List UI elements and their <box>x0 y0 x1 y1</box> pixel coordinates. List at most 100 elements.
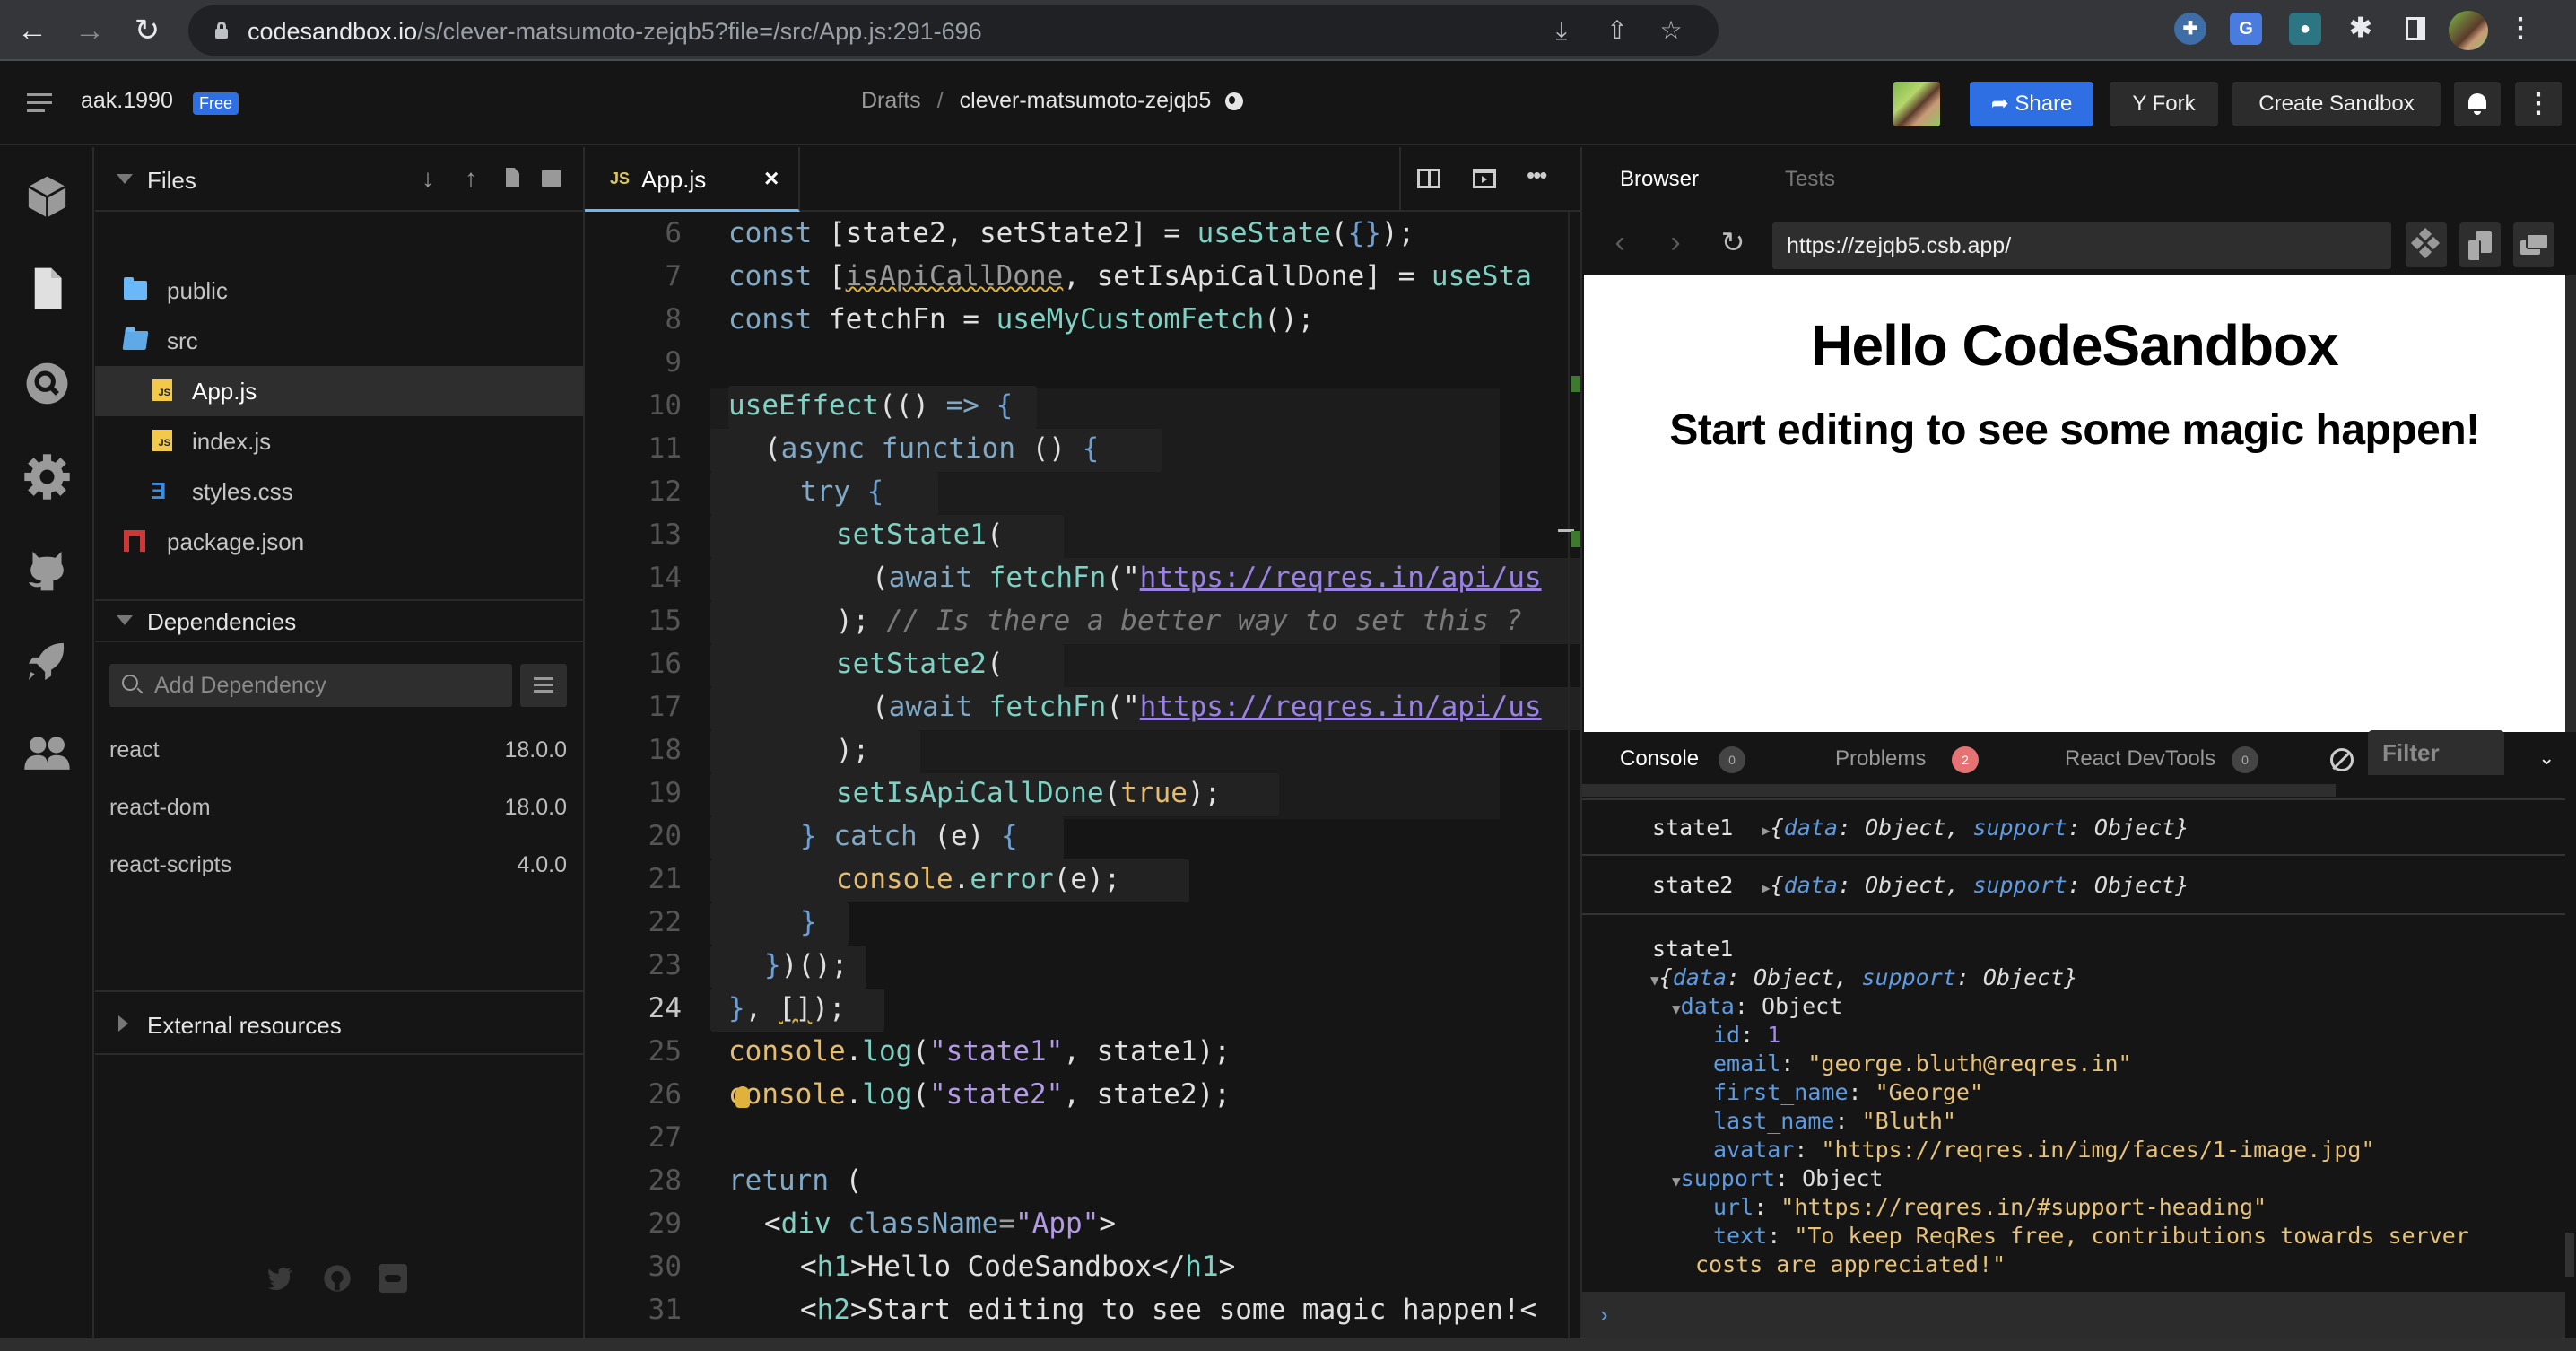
chevron-left-icon[interactable]: ‹ <box>1604 226 1636 258</box>
refresh-icon[interactable]: ↻ <box>1717 226 1749 258</box>
dependency-item[interactable]: react 18.0.0 <box>109 737 567 773</box>
reload-icon[interactable]: ↻ <box>129 13 165 48</box>
console-input[interactable]: › <box>1582 1292 2565 1338</box>
new-file-icon[interactable] <box>499 165 526 192</box>
google-translate-icon[interactable]: G <box>2230 13 2262 45</box>
user-avatar[interactable] <box>1893 82 1940 126</box>
console-filter-input[interactable] <box>2368 730 2504 775</box>
file-tree-item-styles-css[interactable]: Ǝ styles.css <box>95 466 583 517</box>
side-panel-icon[interactable] <box>2398 13 2431 45</box>
file-tree-item-app-js[interactable]: JS App.js <box>95 366 583 416</box>
console-log-entry-expanded[interactable]: state1 ▼{data: Object, support: Object} … <box>1582 919 2565 1290</box>
chevron-down-icon[interactable]: ⌄ <box>2538 746 2554 770</box>
create-sandbox-button[interactable]: Create Sandbox <box>2232 82 2441 126</box>
dependency-version[interactable]: 18.0.0 <box>504 795 567 821</box>
discord-icon[interactable] <box>379 1264 407 1293</box>
twitter-icon[interactable] <box>265 1264 294 1293</box>
duplicate-icon[interactable] <box>2513 222 2554 267</box>
rocket-icon[interactable] <box>22 637 72 686</box>
download-icon[interactable]: ↓ <box>414 165 441 192</box>
tree-node-data[interactable]: ▼data: Object <box>1672 992 1842 1024</box>
github-icon[interactable] <box>22 545 72 595</box>
collapse-triangle-icon <box>117 615 133 625</box>
users-icon[interactable] <box>22 728 72 778</box>
file-tree-item-src[interactable]: src <box>95 316 583 366</box>
external-resources-header[interactable]: External resources <box>95 990 585 1055</box>
dependency-item[interactable]: react-dom 18.0.0 <box>109 795 567 831</box>
code-line: 29 <div className="App"> <box>585 1202 1580 1245</box>
split-view-icon[interactable] <box>1417 167 1442 192</box>
file-name: public <box>167 277 228 304</box>
file-tree-item-public[interactable]: public <box>95 266 583 316</box>
bell-icon[interactable] <box>2454 82 2501 126</box>
tab-problems[interactable]: Problems <box>1835 746 1926 771</box>
preview-icon[interactable] <box>1473 167 1498 192</box>
close-tab-icon[interactable]: × <box>764 164 779 193</box>
share-icon[interactable]: ⇧ <box>1602 16 1632 45</box>
tab-browser[interactable]: Browser <box>1620 167 1699 192</box>
dependency-menu-button[interactable] <box>520 664 567 707</box>
tab-react-devtools[interactable]: React DevTools <box>2065 746 2215 771</box>
files-section-header[interactable]: Files ↓ ↑ <box>95 147 585 212</box>
add-dependency-input[interactable] <box>154 671 495 700</box>
file-icon[interactable] <box>22 264 72 313</box>
clear-console-icon[interactable] <box>2330 748 2354 771</box>
gear-icon[interactable] <box>22 452 72 501</box>
hamburger-menu-icon[interactable] <box>27 93 54 113</box>
log-object-summary[interactable]: ▼{data: Object, support: Object} <box>1650 963 2077 995</box>
dependencies-section-header[interactable]: Dependencies <box>95 601 585 642</box>
more-icon[interactable]: ••• <box>1527 163 1552 192</box>
dependency-version[interactable]: 18.0.0 <box>504 737 567 763</box>
dependency-version[interactable]: 4.0.0 <box>517 852 567 878</box>
globe-icon[interactable] <box>1225 92 1244 111</box>
fork-button[interactable]: Y Fork <box>2110 82 2218 126</box>
add-dependency-search[interactable] <box>109 664 512 707</box>
console-log-entry[interactable]: state1 ▶{data: Object, support: Object} <box>1582 798 2565 856</box>
address-bar-url[interactable]: codesandbox.io/s/clever-matsumoto-zejqb5… <box>248 18 982 46</box>
share-button[interactable]: ➦ Share <box>1970 82 2093 126</box>
arrow-left-icon[interactable]: ← <box>14 13 50 48</box>
tab-tests[interactable]: Tests <box>1785 167 1835 192</box>
breadcrumb-drafts[interactable]: Drafts <box>861 88 921 113</box>
console-horizontal-scrollbar[interactable] <box>1582 784 2336 797</box>
extension-teal-icon[interactable]: ● <box>2289 13 2321 45</box>
code-line: 24}, []); <box>585 987 1580 1030</box>
box-icon[interactable] <box>22 172 72 222</box>
puzzle-extensions-icon[interactable]: ✱ <box>2345 13 2377 45</box>
preview-url-input[interactable] <box>1772 222 2391 269</box>
file-tree-item-package-json[interactable]: package.json <box>95 517 583 567</box>
dependency-item[interactable]: react-scripts 4.0.0 <box>109 852 567 888</box>
address-bar[interactable]: codesandbox.io/s/clever-matsumoto-zejqb5… <box>188 5 1719 56</box>
tree-node-support[interactable]: ▼support: Object <box>1672 1164 1883 1196</box>
chevron-right-icon[interactable]: › <box>1659 226 1692 258</box>
arrow-right-icon[interactable]: → <box>72 13 108 48</box>
file-tree-item-index-js[interactable]: JS index.js <box>95 416 583 466</box>
console-log-entry[interactable]: state2 ▶{data: Object, support: Object} <box>1582 858 2565 915</box>
kebab-menu-icon[interactable]: ⋮ <box>2504 13 2537 45</box>
line-number: 24 <box>648 992 682 1024</box>
tab-app-js[interactable]: JS App.js × <box>585 147 800 212</box>
open-new-window-icon[interactable] <box>2459 222 2501 267</box>
lightbulb-icon[interactable] <box>735 1086 750 1108</box>
expand-arrow-icon: ▶ <box>1762 879 1771 896</box>
sandbox-name[interactable]: clever-matsumoto-zejqb5 <box>960 88 1212 113</box>
preview-frame[interactable]: Hello CodeSandbox Start editing to see s… <box>1584 275 2565 732</box>
code-area[interactable]: 6 const [state2, setState2] = useState({}… <box>585 212 1580 1338</box>
github-icon[interactable] <box>323 1264 352 1293</box>
log-object-summary[interactable]: ▶{data: Object, support: Object} <box>1762 872 2189 898</box>
more-options-icon[interactable]: ⋮ <box>2515 82 2562 126</box>
log-object-summary[interactable]: ▶{data: Object, support: Object} <box>1762 815 2189 841</box>
new-folder-icon[interactable] <box>538 165 565 192</box>
profile-avatar[interactable] <box>2449 11 2488 50</box>
search-icon[interactable] <box>22 359 72 408</box>
editor-scrollbar[interactable] <box>1568 212 1570 1338</box>
console-scrollbar[interactable] <box>2565 1233 2574 1277</box>
username[interactable]: aak.1990 <box>81 88 173 114</box>
preview-scrollbar[interactable] <box>2565 275 2576 732</box>
install-app-icon[interactable]: ⤓ <box>1546 16 1577 45</box>
extension-blue-cross-icon[interactable]: ✚ <box>2174 13 2206 45</box>
bookmark-star-icon[interactable]: ☆ <box>1656 16 1686 45</box>
tab-console[interactable]: Console <box>1620 746 1699 771</box>
upload-icon[interactable]: ↑ <box>457 165 484 192</box>
devtools-icon[interactable] <box>2406 222 2447 267</box>
